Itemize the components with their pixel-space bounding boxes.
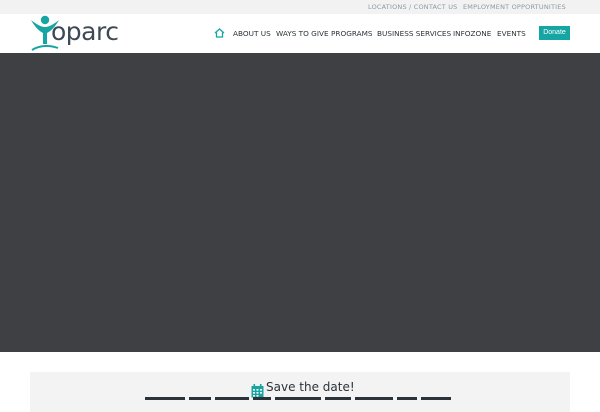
locations-contact-link[interactable]: LOCATIONS / CONTACT US xyxy=(368,3,457,11)
home-icon[interactable] xyxy=(214,28,225,38)
notice-title: Save the date! xyxy=(266,380,355,394)
top-utility-bar: LOCATIONS / CONTACT US EMPLOYMENT OPPORT… xyxy=(0,0,600,14)
nav-business-services[interactable]: BUSINESS SERVICES xyxy=(377,29,451,38)
nav-programs[interactable]: PROGRAMS xyxy=(331,29,373,38)
employment-link[interactable]: EMPLOYMENT OPPORTUNITIES xyxy=(463,3,566,11)
notice-subtitle-cropped xyxy=(145,397,451,400)
nav-about-us[interactable]: ABOUT US xyxy=(233,29,271,38)
donate-button[interactable]: Donate xyxy=(539,26,570,40)
nav-infozone[interactable]: INFOZONE xyxy=(453,29,491,38)
logo-wordmark: oparc xyxy=(51,17,119,46)
hero-banner xyxy=(0,53,600,352)
site-logo[interactable]: oparc xyxy=(30,14,125,52)
nav-ways-to-give[interactable]: WAYS TO GIVE xyxy=(276,29,329,38)
nav-events[interactable]: EVENTS xyxy=(497,29,526,38)
